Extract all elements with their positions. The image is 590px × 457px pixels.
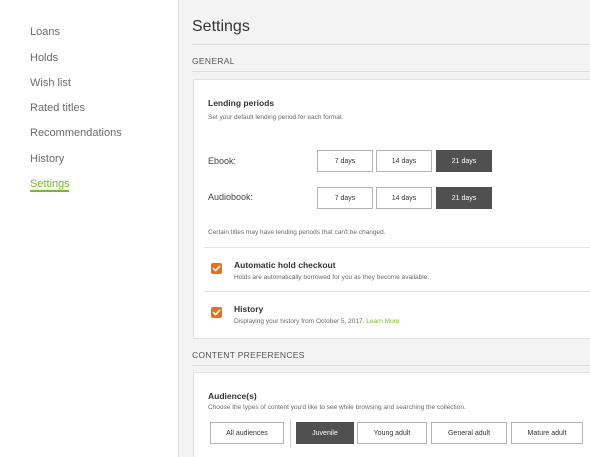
sidebar-item-holds[interactable]: Holds bbox=[30, 52, 58, 64]
sidebar-item-history[interactable]: History bbox=[30, 153, 64, 165]
audience-separator bbox=[290, 419, 291, 447]
history-title: History bbox=[234, 304, 264, 314]
ebook-label: Ebook: bbox=[208, 156, 237, 166]
audience-all-button[interactable]: All audiences bbox=[210, 422, 284, 444]
audiobook-label: Audiobook: bbox=[208, 192, 254, 202]
ebook-7-days-button[interactable]: 7 days bbox=[317, 150, 373, 172]
sidebar-item-loans[interactable]: Loans bbox=[30, 26, 60, 38]
history-checkbox[interactable] bbox=[211, 307, 222, 318]
ebook-14-days-button[interactable]: 14 days bbox=[376, 150, 432, 172]
lending-periods-title: Lending periods bbox=[208, 98, 275, 108]
auto-hold-title: Automatic hold checkout bbox=[234, 260, 336, 270]
divider bbox=[192, 44, 590, 45]
checkmark-icon bbox=[212, 309, 221, 316]
learn-more-link[interactable]: Learn More bbox=[366, 318, 399, 325]
audience-young-adult-button[interactable]: Young adult bbox=[357, 422, 427, 444]
audience-juvenile-button[interactable]: Juvenile bbox=[296, 422, 354, 444]
sidebar-item-settings[interactable]: Settings bbox=[30, 178, 70, 190]
checkmark-icon bbox=[212, 265, 221, 272]
divider bbox=[192, 71, 590, 72]
lending-periods-subtitle: Set your default lending period for each… bbox=[208, 114, 344, 121]
divider bbox=[204, 247, 590, 248]
page-title: Settings bbox=[192, 18, 250, 35]
active-indicator bbox=[30, 190, 69, 192]
history-subtitle-text: Displaying your history from October 5, … bbox=[234, 318, 365, 325]
divider bbox=[204, 291, 590, 292]
settings-main: Settings GENERAL Lending periods Set you… bbox=[178, 0, 590, 457]
lending-note: Certain titles may have lending periods … bbox=[208, 229, 386, 236]
sidebar-item-rated-titles[interactable]: Rated titles bbox=[30, 102, 85, 114]
auto-hold-subtitle: Holds are automatically borrowed for you… bbox=[234, 274, 430, 281]
audience-general-adult-button[interactable]: General adult bbox=[431, 422, 507, 444]
audiobook-7-days-button[interactable]: 7 days bbox=[317, 187, 373, 209]
ebook-21-days-button[interactable]: 21 days bbox=[436, 150, 492, 172]
account-sidebar: Loans Holds Wish list Rated titles Recom… bbox=[0, 0, 178, 457]
history-subtitle: Displaying your history from October 5, … bbox=[234, 318, 399, 325]
content-preferences-card: Audience(s) Choose the types of content … bbox=[193, 372, 590, 457]
sidebar-item-wish-list[interactable]: Wish list bbox=[30, 77, 71, 89]
general-card: Lending periods Set your default lending… bbox=[193, 79, 590, 339]
auto-hold-checkbox[interactable] bbox=[211, 263, 222, 274]
section-heading-content-preferences: CONTENT PREFERENCES bbox=[192, 350, 305, 360]
section-heading-general: GENERAL bbox=[192, 56, 235, 66]
divider bbox=[192, 365, 590, 366]
audiobook-14-days-button[interactable]: 14 days bbox=[376, 187, 432, 209]
sidebar-item-recommendations[interactable]: Recommendations bbox=[30, 127, 122, 139]
audience-mature-adult-button[interactable]: Mature adult bbox=[511, 422, 583, 444]
audience-title: Audience(s) bbox=[208, 391, 257, 401]
audiobook-21-days-button[interactable]: 21 days bbox=[436, 187, 492, 209]
audience-subtitle: Choose the types of content you'd like t… bbox=[208, 404, 466, 411]
